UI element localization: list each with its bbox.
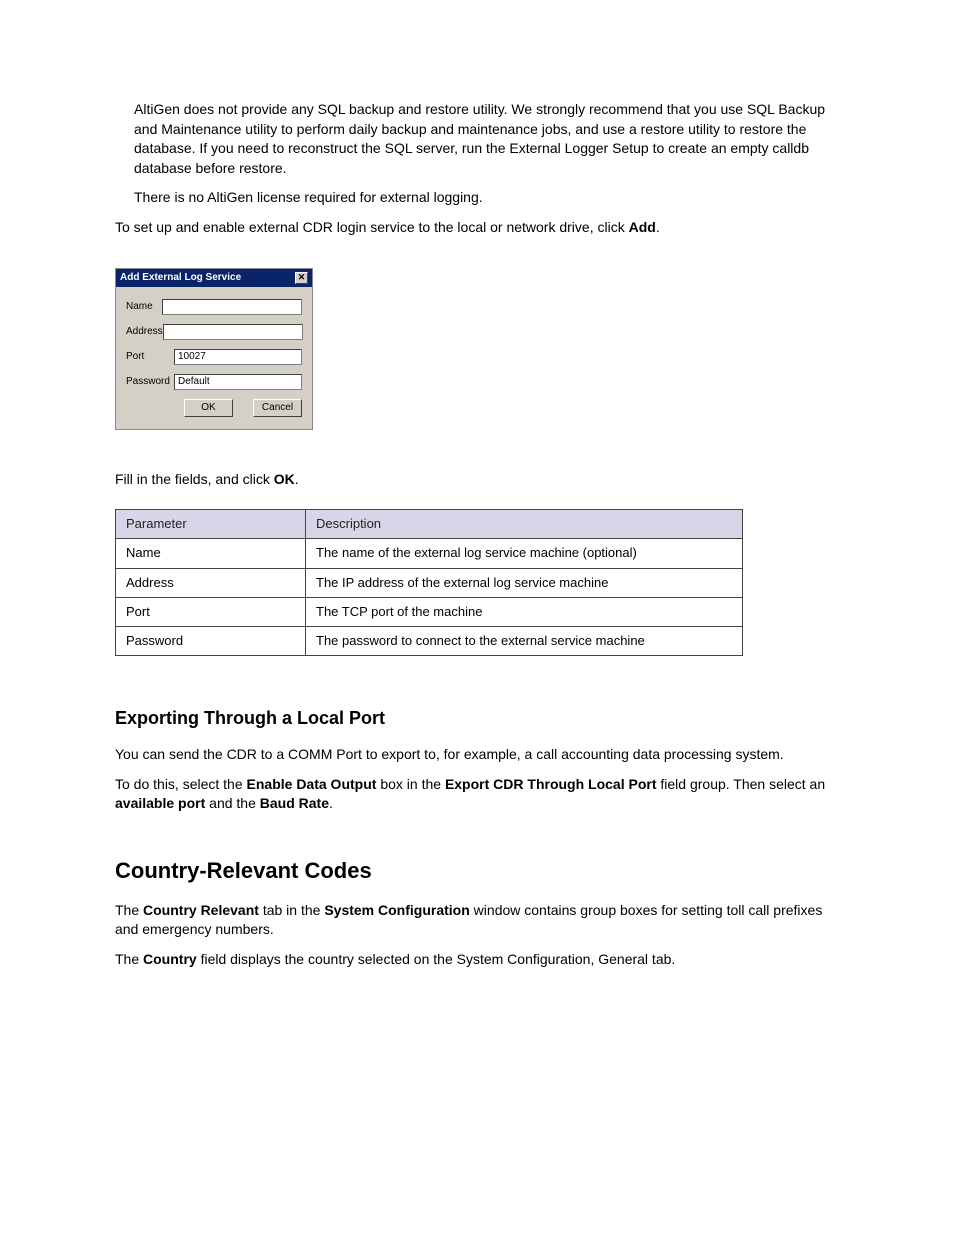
name-label: Name bbox=[126, 300, 162, 314]
comm-p2: To do this, select the Enable Data Outpu… bbox=[115, 775, 839, 814]
fill-fields-text: Fill in the fields, and click OK. bbox=[115, 470, 839, 490]
intro-p1: AltiGen does not provide any SQL backup … bbox=[134, 100, 839, 178]
cancel-button[interactable]: Cancel bbox=[253, 399, 302, 417]
country-p1: The Country Relevant tab in the System C… bbox=[115, 901, 839, 940]
name-input[interactable] bbox=[162, 299, 302, 315]
section-country-heading: Country-Relevant Codes bbox=[115, 856, 839, 887]
table-row: Address The IP address of the external l… bbox=[116, 568, 743, 597]
address-input[interactable] bbox=[163, 324, 303, 340]
add-external-log-dialog: Add External Log Service ✕ Name Address … bbox=[115, 268, 313, 430]
intro-p2: There is no AltiGen license required for… bbox=[134, 188, 839, 208]
port-input[interactable] bbox=[174, 349, 302, 365]
dialog-title: Add External Log Service bbox=[120, 271, 241, 285]
table-header-row: Parameter Description bbox=[116, 510, 743, 539]
comm-p1: You can send the CDR to a COMM Port to e… bbox=[115, 745, 839, 765]
close-icon[interactable]: ✕ bbox=[295, 272, 308, 284]
country-p2: The Country field displays the country s… bbox=[115, 950, 839, 970]
section-export-heading: Exporting Through a Local Port bbox=[115, 706, 839, 731]
table-header-parameter: Parameter bbox=[116, 510, 306, 539]
table-row: Password The password to connect to the … bbox=[116, 626, 743, 655]
table-row: Name The name of the external log servic… bbox=[116, 539, 743, 568]
table-header-description: Description bbox=[306, 510, 743, 539]
intro-p3: To set up and enable external CDR login … bbox=[115, 218, 839, 238]
password-input[interactable] bbox=[174, 374, 302, 390]
ok-button[interactable]: OK bbox=[184, 399, 233, 417]
table-row: Port The TCP port of the machine bbox=[116, 597, 743, 626]
parameter-table: Parameter Description Name The name of t… bbox=[115, 509, 743, 656]
address-label: Address bbox=[126, 325, 163, 339]
dialog-titlebar: Add External Log Service ✕ bbox=[116, 269, 312, 287]
password-label: Password bbox=[126, 375, 174, 389]
port-label: Port bbox=[126, 350, 174, 364]
